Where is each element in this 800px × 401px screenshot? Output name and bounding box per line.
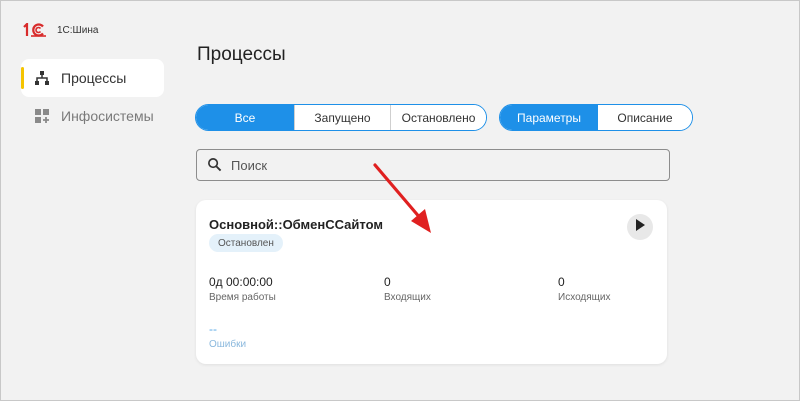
grid-plus-icon [33, 107, 51, 125]
outgoing-label: Исходящих [558, 292, 611, 303]
process-title: Основной::ОбменССайтом [209, 217, 383, 232]
incoming-stat: 0 Входящих [384, 275, 431, 303]
filter-stopped-button[interactable]: Остановлено [390, 105, 486, 130]
sidebar-item-label: Процессы [61, 70, 127, 86]
status-badge: Остановлен [209, 234, 283, 252]
annotation-arrow-icon [365, 161, 440, 246]
errors-label: Ошибки [209, 339, 247, 350]
errors-value: -- [209, 322, 217, 336]
view-description-button[interactable]: Описание [598, 105, 692, 130]
view-switch: Параметры Описание [499, 104, 693, 131]
brand-name: 1С:Шина [57, 24, 99, 36]
brand: 1С:Шина [23, 23, 98, 37]
sidebar-item-label: Инфосистемы [61, 108, 154, 124]
incoming-value: 0 [384, 275, 391, 289]
outgoing-value: 0 [558, 275, 565, 289]
view-parameters-button[interactable]: Параметры [500, 105, 598, 130]
start-button[interactable] [627, 214, 653, 240]
uptime-value: 0д 00:00:00 [209, 275, 273, 289]
incoming-label: Входящих [384, 292, 431, 303]
play-icon [635, 218, 645, 236]
filter-running-button[interactable]: Запущено [294, 105, 390, 130]
sidebar: Процессы Инфосистемы [21, 59, 164, 135]
sidebar-item-infosystems[interactable]: Инфосистемы [21, 97, 164, 135]
outgoing-stat: 0 Исходящих [558, 275, 610, 303]
search-icon [207, 157, 223, 173]
errors-stat: -- Ошибки [209, 322, 246, 350]
uptime-label: Время работы [209, 292, 276, 303]
hierarchy-icon [33, 69, 51, 87]
page-title: Процессы [197, 44, 286, 65]
state-filter: Все Запущено Остановлено [195, 104, 487, 131]
filter-all-button[interactable]: Все [196, 105, 294, 130]
1c-logo-icon [23, 23, 47, 37]
uptime-stat: 0д 00:00:00 Время работы [209, 275, 276, 303]
sidebar-item-processes[interactable]: Процессы [21, 59, 164, 97]
